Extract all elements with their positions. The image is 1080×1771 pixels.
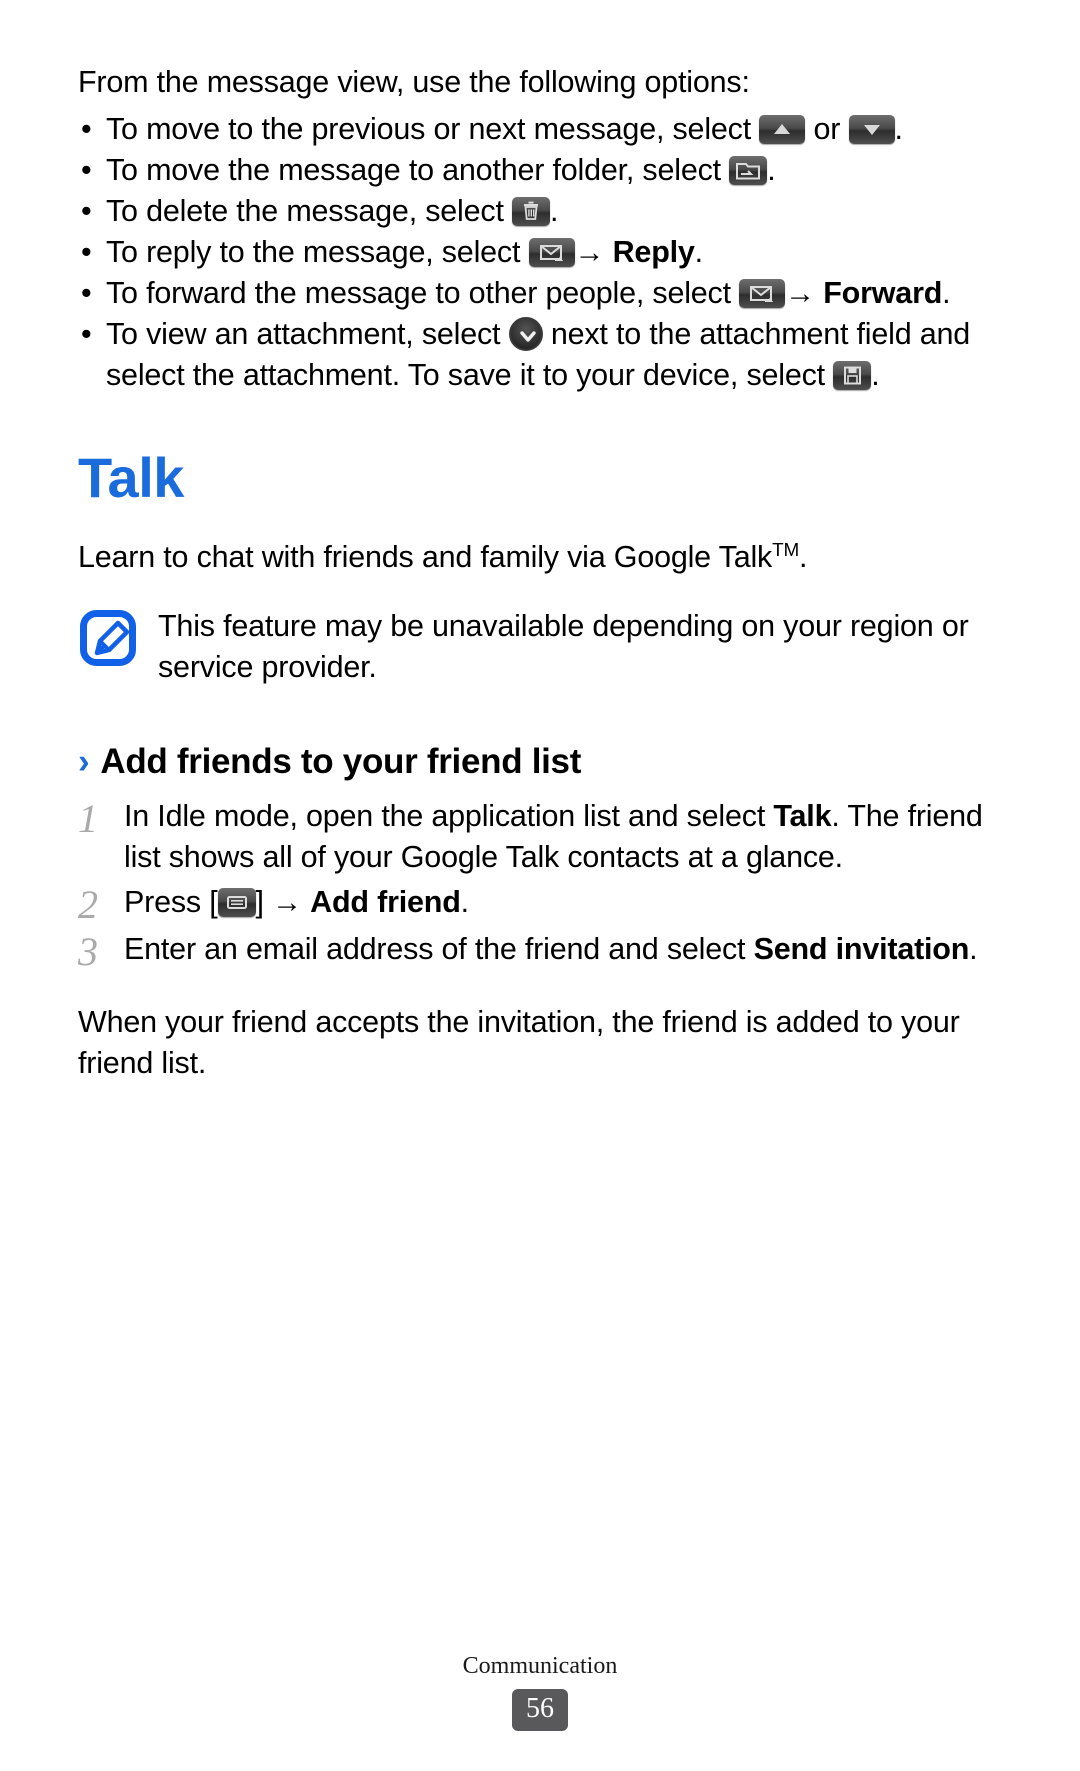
bullet-text-before: To view an attachment, select (106, 317, 509, 351)
save-disk-icon[interactable] (833, 361, 872, 390)
step-item-3: 3 Enter an email address of the friend a… (78, 929, 1002, 972)
manual-page: From the message view, use the following… (0, 0, 1080, 1771)
arrow-down-key-icon[interactable] (848, 115, 895, 144)
bold-label-forward: Forward (823, 276, 943, 310)
subheading-label: Add friends to your friend list (100, 742, 582, 782)
intro-paragraph: From the message view, use the following… (78, 65, 750, 99)
step-number: 1 (78, 796, 98, 842)
page-title-talk: Talk (78, 446, 184, 509)
step-number: 3 (78, 929, 98, 975)
bullet-text-after: . (894, 112, 903, 146)
step-text-middle: ] (255, 885, 273, 920)
list-item-view-attachment: • To view an attachment, select next to … (78, 314, 1002, 396)
arrow-up-key-icon[interactable] (759, 115, 806, 144)
bullet-dot-icon: • (81, 112, 92, 146)
bullet-text-after: . (767, 153, 776, 187)
step-text-before: In Idle mode, open the application list … (124, 799, 774, 834)
footer-chapter-label: Communication (462, 1653, 618, 1679)
bullet-text-after: . (942, 276, 951, 310)
bullet-text-after: . (550, 194, 559, 228)
bold-label-talk: Talk (773, 799, 832, 834)
list-item-reply-message: • To reply to the message, select → Repl… (78, 232, 1002, 273)
bullet-dot-icon: • (81, 194, 92, 228)
bullet-text-after: . (871, 358, 880, 392)
bullet-text-before: To move to the previous or next message,… (106, 112, 760, 146)
chevron-down-circle-icon[interactable] (508, 317, 543, 351)
menu-key-icon[interactable] (217, 888, 256, 918)
page-footer: Communication 56 (0, 1653, 1080, 1731)
note-pencil-icon (80, 610, 136, 667)
list-item-move-folder: • To move the message to another folder,… (78, 150, 1002, 191)
subheading-add-friends: › Add friends to your friend list (78, 742, 1002, 782)
trash-icon[interactable] (512, 197, 550, 226)
step-text-after: . (460, 885, 469, 920)
bullet-text-before: To forward the message to other people, … (106, 276, 740, 310)
lead-tail: . (799, 540, 808, 575)
options-bullet-list: • To move to the previous or next messag… (78, 109, 1002, 396)
bullet-text-middle: or (805, 112, 849, 146)
arrow-right-glyph: → (785, 277, 815, 310)
bullet-text-after: . (694, 235, 703, 269)
step-text-before: Press [ (124, 885, 218, 920)
bullet-dot-icon: • (81, 153, 92, 187)
page-number-badge: 56 (512, 1689, 568, 1731)
bullet-text-before: To delete the message, select (106, 194, 512, 228)
bullet-dot-icon: • (81, 276, 92, 310)
arrow-right-glyph: → (272, 886, 302, 920)
note-text: This feature may be unavailable dependin… (158, 609, 969, 685)
trademark-superscript: TM (772, 540, 800, 561)
bullet-dot-icon: • (81, 317, 92, 351)
bullet-dot-icon: • (81, 235, 92, 269)
lead-text: Learn to chat with friends and family vi… (78, 540, 773, 575)
step-body: Press [] → Add friend. (124, 882, 469, 923)
move-to-folder-icon[interactable] (729, 156, 768, 185)
bold-label-add-friend: Add friend (310, 885, 461, 920)
bullet-text-before: To move the message to another folder, s… (106, 153, 730, 187)
reply-envelope-icon[interactable] (528, 238, 575, 267)
note-box: This feature may be unavailable dependin… (78, 606, 1002, 688)
step-item-1: 1 In Idle mode, open the application lis… (78, 796, 1002, 878)
step-body: In Idle mode, open the application list … (124, 796, 1002, 878)
step-body: Enter an email address of the friend and… (124, 929, 978, 970)
step-item-2: 2 Press [] → Add friend. (78, 882, 1002, 925)
closing-paragraph: When your friend accepts the invitation,… (78, 1005, 960, 1081)
list-item-delete-message: • To delete the message, select . (78, 191, 1002, 232)
steps-list: 1 In Idle mode, open the application lis… (78, 796, 1002, 972)
list-item-move-prev-next: • To move to the previous or next messag… (78, 109, 1002, 150)
step-text-after: . (969, 932, 978, 967)
section-lead-paragraph: Learn to chat with friends and family vi… (78, 530, 1002, 578)
chevron-right-icon: › (78, 742, 90, 782)
bullet-text-before: To reply to the message, select (106, 235, 529, 269)
step-number: 2 (78, 882, 98, 928)
bold-label-send-invitation: Send invitation (753, 932, 970, 967)
step-text-before: Enter an email address of the friend and… (124, 932, 754, 967)
forward-envelope-icon[interactable] (739, 279, 786, 308)
bold-label-reply: Reply (612, 235, 695, 269)
list-item-forward-message: • To forward the message to other people… (78, 273, 1002, 314)
arrow-right-glyph: → (574, 236, 605, 269)
